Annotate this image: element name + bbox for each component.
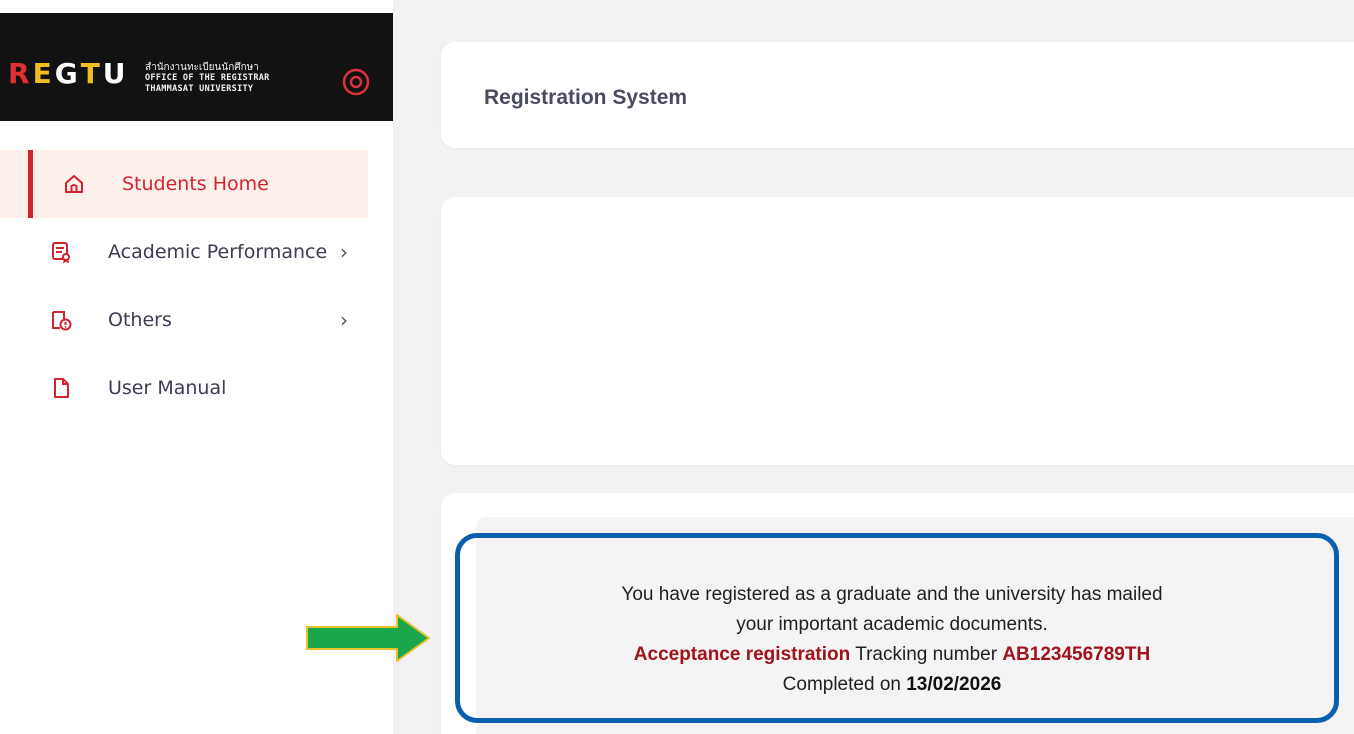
sidebar-item-label: Others — [108, 309, 172, 331]
brand-text: สำนักงานทะเบียนนักศึกษา OFFICE OF THE RE… — [145, 62, 270, 95]
arrow-right-icon — [306, 614, 430, 662]
certificate-icon — [52, 242, 70, 263]
status-label: Acceptance registration — [633, 644, 851, 665]
brand-logo: R E G T U — [8, 57, 127, 90]
sidebar-item-others[interactable]: Others › — [0, 286, 368, 354]
message-line-2: your important academic documents. — [736, 614, 1048, 635]
brand-line-1: OFFICE OF THE REGISTRAR — [145, 73, 270, 83]
completed-line: Completed on 13/02/2026 — [470, 670, 1314, 700]
tracking-label: Tracking number — [855, 644, 998, 665]
message-line-1: You have registered as a graduate and th… — [621, 584, 1163, 605]
sidebar-item-students-home[interactable]: Students Home — [0, 150, 368, 218]
completed-label: Completed on — [782, 674, 901, 695]
graduate-status-message: You have registered as a graduate and th… — [470, 580, 1314, 700]
document-alert-icon — [52, 311, 72, 331]
brand-thai-name: สำนักงานทะเบียนนักศึกษา — [145, 62, 259, 73]
home-icon — [65, 175, 83, 193]
tracking-line: Acceptance registration Tracking number … — [470, 640, 1314, 670]
completed-date: 13/02/2026 — [906, 674, 1002, 695]
sidebar-nav: Students Home Academic Performance › Oth… — [0, 150, 368, 422]
chevron-right-icon: › — [340, 240, 348, 264]
sidebar-item-academic-performance[interactable]: Academic Performance › — [0, 218, 368, 286]
sidebar-item-user-manual[interactable]: User Manual — [0, 354, 368, 422]
tracking-number: AB123456789TH — [1002, 644, 1151, 665]
app: R E G T U สำนักงานทะเบียนนักศึกษา OFFICE… — [0, 0, 1354, 734]
sidebar-item-label: User Manual — [108, 377, 227, 399]
page-title: Registration System — [484, 86, 688, 109]
brand-line-2: THAMMASAT UNIVERSITY — [145, 84, 254, 94]
sidebar-item-label: Students Home — [122, 173, 269, 195]
content-card — [441, 197, 1354, 465]
power-icon[interactable] — [341, 67, 371, 97]
brand-header[interactable]: R E G T U สำนักงานทะเบียนนักศึกษา OFFICE… — [0, 13, 393, 121]
file-icon — [54, 378, 69, 398]
chevron-right-icon: › — [340, 308, 348, 332]
sidebar-item-label: Academic Performance — [108, 241, 328, 263]
